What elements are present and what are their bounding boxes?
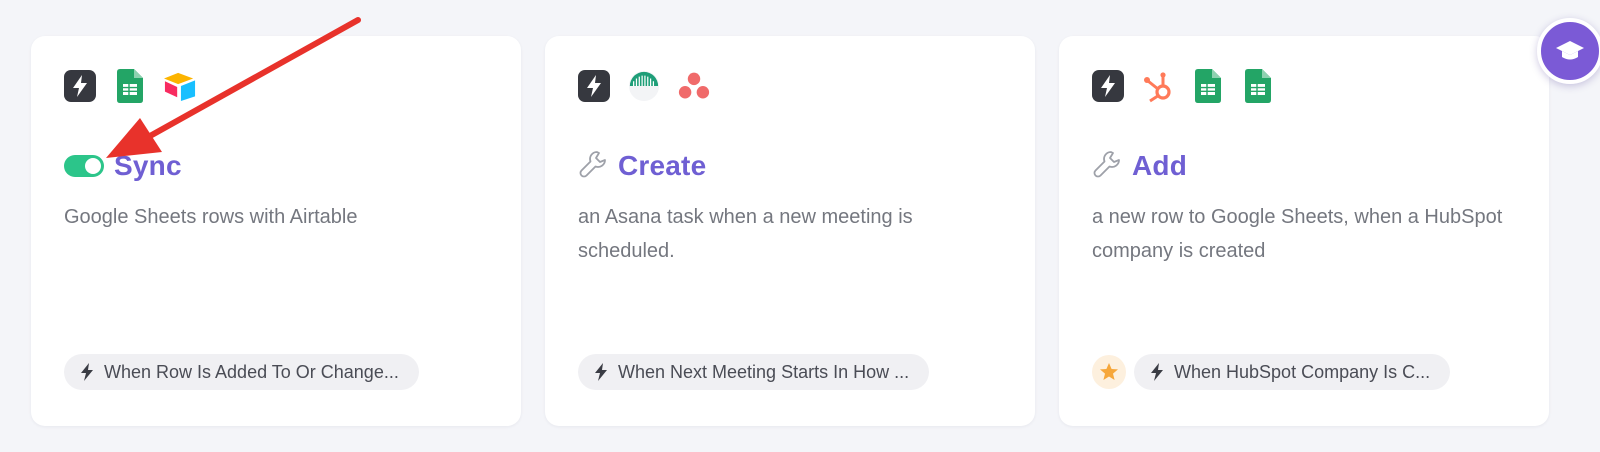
- asana-icon: [678, 70, 710, 102]
- card-title[interactable]: Sync: [114, 150, 182, 182]
- zap-trigger-icon: [578, 70, 610, 102]
- zap-trigger-icon: [64, 70, 96, 102]
- favorite-star-icon[interactable]: [1092, 355, 1126, 389]
- toggle-knob: [85, 158, 101, 174]
- wrench-icon: [578, 149, 608, 184]
- zap-trigger-icon: [1092, 70, 1124, 102]
- card-description: a new row to Google Sheets, when a HubSp…: [1092, 206, 1503, 262]
- google-sheets-icon: [1192, 69, 1224, 103]
- hubspot-icon: [1142, 70, 1174, 103]
- calendar-app-icon: [628, 70, 660, 102]
- automation-card-sync[interactable]: Sync Google Sheets rows with Airtable Wh…: [31, 36, 521, 426]
- app-icons-row: [64, 69, 196, 103]
- app-icons-row: [578, 69, 710, 103]
- learn-button[interactable]: [1537, 18, 1600, 84]
- trigger-chip-row: When Row Is Added To Or Change...: [64, 354, 419, 390]
- airtable-icon: [164, 70, 196, 102]
- trigger-chip[interactable]: When Next Meeting Starts In How ...: [578, 354, 930, 390]
- card-description: Google Sheets rows with Airtable: [64, 206, 358, 228]
- wrench-icon: [1092, 149, 1122, 184]
- trigger-chip[interactable]: When HubSpot Company Is C...: [1134, 354, 1451, 390]
- card-title[interactable]: Add: [1132, 150, 1187, 182]
- google-sheets-icon: [1242, 69, 1274, 103]
- trigger-label: When Row Is Added To Or Change...: [104, 361, 399, 382]
- card-title-row: Sync: [64, 148, 182, 184]
- bolt-icon: [1151, 363, 1163, 381]
- trigger-chip[interactable]: When Row Is Added To Or Change...: [64, 354, 419, 390]
- card-title[interactable]: Create: [618, 150, 706, 182]
- automation-card-add[interactable]: Add a new row to Google Sheets, when a H…: [1059, 36, 1549, 426]
- bolt-icon: [81, 363, 93, 381]
- trigger-label: When Next Meeting Starts In How ...: [618, 361, 910, 382]
- card-title-row: Add: [1092, 148, 1187, 184]
- card-title-row: Create: [578, 148, 706, 184]
- bolt-icon: [595, 363, 607, 381]
- graduation-cap-icon: [1556, 41, 1584, 60]
- trigger-chip-row: When Next Meeting Starts In How ...: [578, 354, 930, 390]
- enable-toggle[interactable]: [64, 155, 104, 177]
- app-icons-row: [1092, 69, 1274, 103]
- trigger-label: When HubSpot Company Is C...: [1174, 361, 1431, 382]
- card-description: an Asana task when a new meeting is sche…: [578, 206, 913, 262]
- trigger-chip-row: When HubSpot Company Is C...: [1092, 354, 1451, 390]
- google-sheets-icon: [114, 69, 146, 103]
- automation-card-create[interactable]: Create an Asana task when a new meeting …: [545, 36, 1035, 426]
